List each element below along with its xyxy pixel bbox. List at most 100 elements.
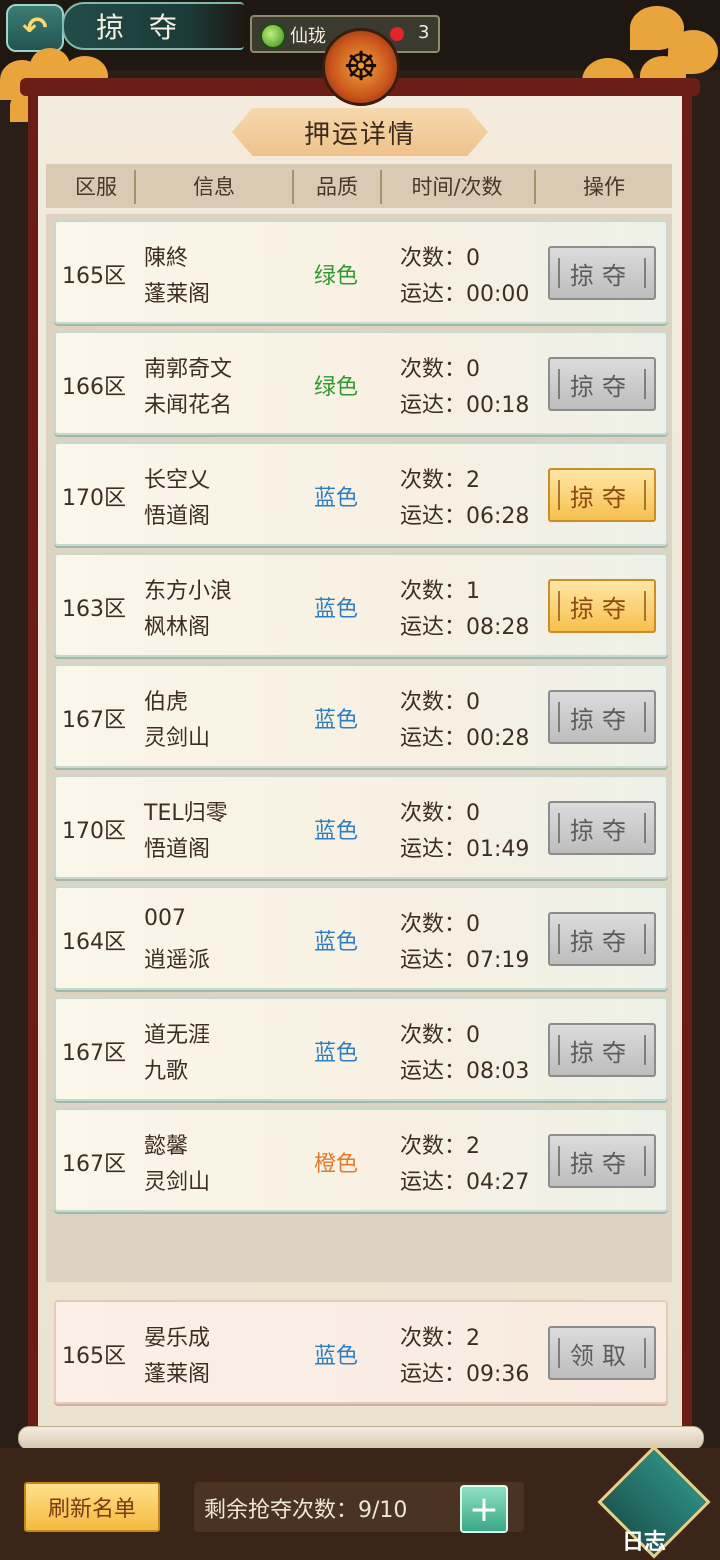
escort-row: 166区 南郭奇文 未闻花名 次数：0 运达：00:18 绿色 掠夺	[54, 331, 668, 435]
column-quality: 品质	[316, 175, 358, 199]
button-label: 掠夺	[570, 372, 634, 401]
row-guild-name: 九歌	[144, 1059, 189, 1084]
row-zone: 167区	[62, 1041, 126, 1066]
row-arrival-time: 运达：09:36	[400, 1362, 530, 1387]
row-guild-name: 未闻花名	[144, 393, 233, 418]
row-quality: 蓝色	[314, 486, 359, 511]
row-arrival-time: 运达：01:49	[400, 837, 530, 862]
row-arrival-time: 运达：07:19	[400, 948, 530, 973]
row-guild-name: 灵剑山	[144, 726, 211, 751]
plunder-button[interactable]: 掠夺	[548, 579, 656, 633]
button-bracket	[644, 591, 646, 621]
row-quality: 绿色	[314, 264, 359, 289]
row-player-name: 长空乂	[144, 468, 211, 493]
refresh-list-button[interactable]: 刷新名单	[24, 1482, 160, 1532]
row-zone: 167区	[62, 708, 126, 733]
row-arrival-time: 运达：00:00	[400, 282, 530, 307]
row-plunder-count: 次数：0	[400, 690, 480, 715]
row-plunder-count: 次数：0	[400, 1023, 480, 1048]
plunder-button[interactable]: 掠夺	[548, 801, 656, 855]
row-player-name: 伯虎	[144, 690, 189, 715]
jade-icon	[260, 23, 286, 49]
collect-button[interactable]: 领取	[548, 1326, 656, 1380]
row-zone: 166区	[62, 375, 126, 400]
row-guild-name: 灵剑山	[144, 1170, 211, 1195]
button-bracket	[644, 813, 646, 843]
log-label: 日志	[622, 1530, 667, 1555]
row-zone: 165区	[62, 264, 126, 289]
row-zone: 170区	[62, 486, 126, 511]
plunder-button[interactable]: 掠夺	[548, 357, 656, 411]
currency-name: 仙珑	[290, 26, 326, 47]
row-arrival-time: 运达：08:03	[400, 1059, 530, 1084]
button-label: 掠夺	[570, 483, 634, 512]
back-arrow-icon: ↶	[22, 10, 48, 46]
row-arrival-time: 运达：04:27	[400, 1170, 530, 1195]
plus-icon[interactable]: +	[460, 1485, 508, 1533]
remaining-attempts-text: 剩余抢夺次数：9/10	[204, 1498, 408, 1523]
row-quality: 蓝色	[314, 597, 359, 622]
page-title: 掠 夺	[96, 11, 185, 44]
row-guild-name: 逍遥派	[144, 948, 211, 973]
button-label: 掠夺	[570, 1149, 634, 1178]
plunder-button[interactable]: 掠夺	[548, 912, 656, 966]
row-quality: 蓝色	[314, 708, 359, 733]
row-guild-name: 悟道阁	[144, 504, 211, 529]
back-button[interactable]: ↶	[6, 4, 64, 52]
button-bracket	[558, 258, 560, 288]
escort-row: 164区 007 逍遥派 次数：0 运达：07:19 蓝色 掠夺	[54, 886, 668, 990]
button-bracket	[644, 1146, 646, 1176]
row-player-name: 南郭奇文	[144, 357, 233, 382]
row-quality: 蓝色	[314, 930, 359, 955]
row-plunder-count: 次数：2	[400, 1326, 480, 1351]
button-bracket	[558, 369, 560, 399]
row-arrival-time: 运达：00:28	[400, 726, 530, 751]
escort-row: 167区 伯虎灵剑山 次数：0 运达：00:28 蓝色 掠夺	[54, 664, 668, 768]
plunder-button[interactable]: 掠夺	[548, 690, 656, 744]
button-label: 掠夺	[570, 816, 634, 845]
row-player-name: 陳終	[144, 246, 189, 271]
button-bracket	[644, 1035, 646, 1065]
plunder-button[interactable]: 掠夺	[548, 468, 656, 522]
button-bracket	[644, 258, 646, 288]
row-player-name: 晏乐成	[144, 1326, 211, 1351]
row-plunder-count: 次数：2	[400, 1134, 480, 1159]
row-zone: 164区	[62, 930, 126, 955]
currency-count: 3	[418, 22, 430, 43]
plunder-button[interactable]: 掠夺	[548, 1134, 656, 1188]
row-player-name: 道无涯	[144, 1023, 211, 1048]
row-arrival-time: 运达：06:28	[400, 504, 530, 529]
button-bracket	[558, 1338, 560, 1368]
escort-row: 167区 道无涯九歌 次数：0 运达：08:03 蓝色 掠夺	[54, 997, 668, 1101]
plunder-button[interactable]: 掠夺	[548, 1023, 656, 1077]
button-bracket	[644, 480, 646, 510]
plunder-button[interactable]: 掠夺	[548, 246, 656, 300]
notification-dot-icon	[390, 27, 404, 41]
row-arrival-time: 运达：00:18	[400, 393, 530, 418]
row-zone: 165区	[62, 1344, 126, 1369]
button-bracket	[644, 702, 646, 732]
row-plunder-count: 次数：0	[400, 246, 480, 271]
row-guild-name: 枫林阁	[144, 615, 211, 640]
button-bracket	[558, 924, 560, 954]
button-bracket	[558, 1146, 560, 1176]
row-arrival-time: 运达：08:28	[400, 615, 530, 640]
row-quality: 橙色	[314, 1152, 359, 1177]
escort-row: 170区 长空乂 悟道阁 次数：2 运达：06:28 蓝色 掠夺	[54, 442, 668, 546]
button-bracket	[644, 1338, 646, 1368]
row-player-name: 东方小浪	[144, 579, 233, 604]
column-time: 时间/次数	[411, 175, 503, 199]
row-player-name: 007	[144, 906, 186, 931]
button-bracket	[644, 369, 646, 399]
escort-row: 163区 东方小浪 枫林阁 次数：1 运达：08:28 蓝色 掠夺	[54, 553, 668, 657]
column-action: 操作	[583, 175, 625, 199]
button-bracket	[558, 702, 560, 732]
row-plunder-count: 次数：0	[400, 357, 480, 382]
row-quality: 蓝色	[314, 1041, 359, 1066]
panel-title: 押运详情	[303, 119, 416, 150]
scroll-rod-bottom	[18, 1426, 704, 1450]
row-guild-name: 悟道阁	[144, 837, 211, 862]
row-zone: 163区	[62, 597, 126, 622]
row-quality: 蓝色	[314, 819, 359, 844]
row-plunder-count: 次数：0	[400, 801, 480, 826]
